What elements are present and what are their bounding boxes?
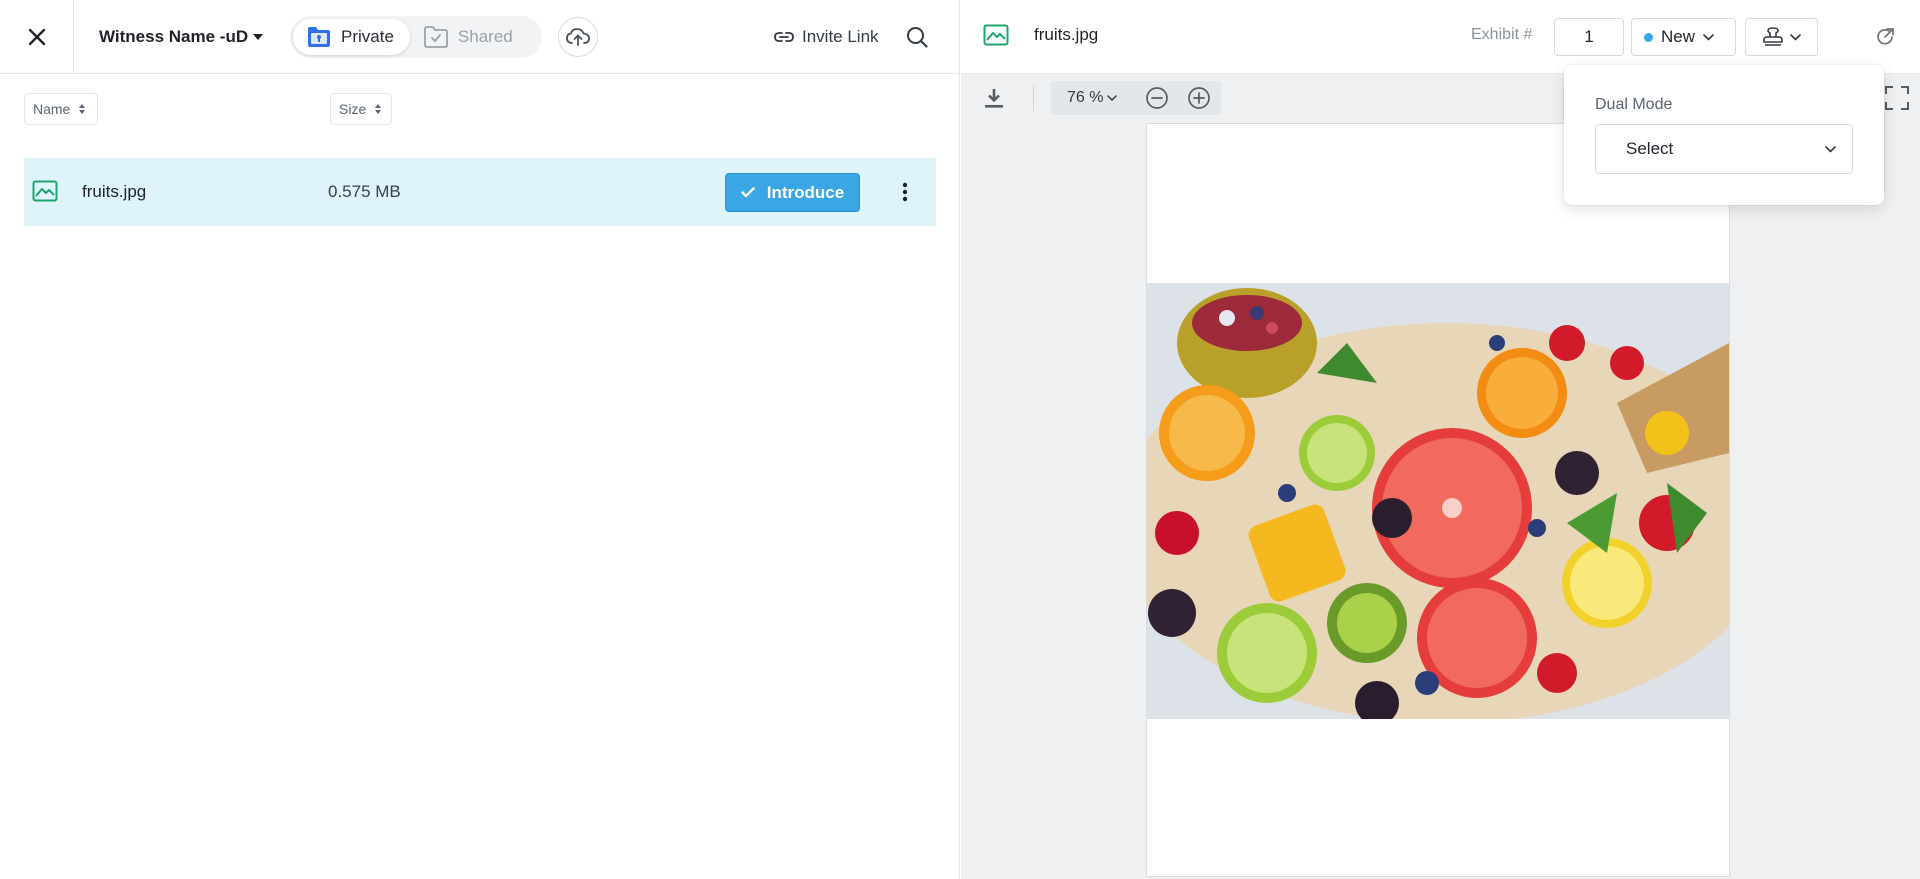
caret-down-icon xyxy=(253,34,264,40)
app-window: Witness Name -uD Private Shared Invite L… xyxy=(0,0,1920,879)
cloud-upload-icon xyxy=(566,28,590,46)
viewer-header: fruits.jpg Exhibit # New xyxy=(961,0,1920,74)
chevron-down-icon xyxy=(1107,95,1118,101)
chevron-down-icon xyxy=(1825,145,1836,153)
fruit-image-illustration xyxy=(1147,283,1729,719)
status-dropdown[interactable]: New xyxy=(1631,18,1736,56)
table-row[interactable]: fruits.jpg 0.575 MB Introduce xyxy=(24,158,936,226)
refresh-icon xyxy=(1877,28,1894,45)
introduce-label: Introduce xyxy=(766,182,845,202)
zoom-controls: 76 % xyxy=(1051,81,1221,115)
row-file-name: fruits.jpg xyxy=(82,182,147,201)
image-file-icon xyxy=(983,24,1009,46)
refresh-button[interactable] xyxy=(1872,24,1898,50)
file-list-header: Witness Name -uD Private Shared Invite L… xyxy=(0,0,960,74)
fullscreen-icon xyxy=(1885,86,1909,110)
link-icon xyxy=(774,32,794,42)
visibility-toggle: Private Shared xyxy=(290,16,542,58)
fullscreen-button[interactable] xyxy=(1884,85,1910,111)
viewer-file-name: fruits.jpg xyxy=(1034,25,1099,44)
exhibit-label: Exhibit # xyxy=(1471,26,1533,43)
exhibit-number-input[interactable] xyxy=(1554,18,1624,56)
introduce-button[interactable]: Introduce xyxy=(725,173,860,212)
chevron-down-icon xyxy=(1790,33,1801,41)
tab-private-label: Private xyxy=(341,27,394,46)
search-button[interactable] xyxy=(902,22,932,52)
close-icon xyxy=(28,28,45,46)
shared-folder-icon xyxy=(424,26,448,48)
file-list-panel: Witness Name -uD Private Shared Invite L… xyxy=(0,0,960,879)
row-file-size: 0.575 MB xyxy=(328,182,401,201)
download-icon xyxy=(985,89,1003,108)
download-button[interactable] xyxy=(981,85,1007,111)
status-label: New xyxy=(1661,27,1696,46)
zoom-level: 76 % xyxy=(1067,89,1104,106)
dual-mode-select-value: Select xyxy=(1626,139,1674,158)
witness-name: Witness Name -uD xyxy=(99,27,249,46)
status-dot xyxy=(1644,32,1653,42)
row-menu-button[interactable] xyxy=(890,177,920,207)
column-header-size[interactable]: Size xyxy=(330,93,392,125)
dual-mode-popover: Dual Mode Select xyxy=(1564,65,1884,205)
chevron-down-icon xyxy=(1703,33,1714,41)
tab-private[interactable]: Private xyxy=(293,19,410,55)
search-icon xyxy=(907,27,928,48)
tab-shared[interactable]: Shared xyxy=(410,19,529,55)
sort-icon xyxy=(375,104,382,114)
document-page xyxy=(1147,124,1729,876)
private-folder-icon xyxy=(308,27,330,47)
zoom-in-icon xyxy=(1188,87,1210,109)
invite-link-label: Invite Link xyxy=(802,27,879,46)
zoom-level-dropdown[interactable]: 76 % xyxy=(1067,89,1118,107)
stamp-icon xyxy=(1763,27,1783,46)
zoom-out-icon xyxy=(1146,87,1168,109)
upload-button[interactable] xyxy=(558,17,598,57)
image-file-icon xyxy=(32,180,58,202)
tab-shared-label: Shared xyxy=(457,27,513,46)
toolbar-divider xyxy=(1033,85,1034,111)
more-vertical-icon xyxy=(902,182,908,202)
check-icon xyxy=(741,187,755,198)
invite-link-button[interactable]: Invite Link xyxy=(774,24,879,50)
column-name-label: Name xyxy=(33,101,71,117)
sort-icon xyxy=(79,104,86,114)
witness-selector[interactable]: Witness Name -uD xyxy=(99,24,264,50)
column-size-label: Size xyxy=(339,101,367,117)
fruit-platter-image xyxy=(1147,283,1729,719)
column-header-name[interactable]: Name xyxy=(24,93,98,125)
zoom-out-button[interactable] xyxy=(1145,86,1169,110)
dual-mode-select[interactable]: Select xyxy=(1595,124,1853,174)
dual-mode-label: Dual Mode xyxy=(1595,96,1673,113)
close-button[interactable] xyxy=(0,0,74,74)
stamp-dropdown[interactable] xyxy=(1745,18,1818,56)
zoom-in-button[interactable] xyxy=(1187,86,1211,110)
